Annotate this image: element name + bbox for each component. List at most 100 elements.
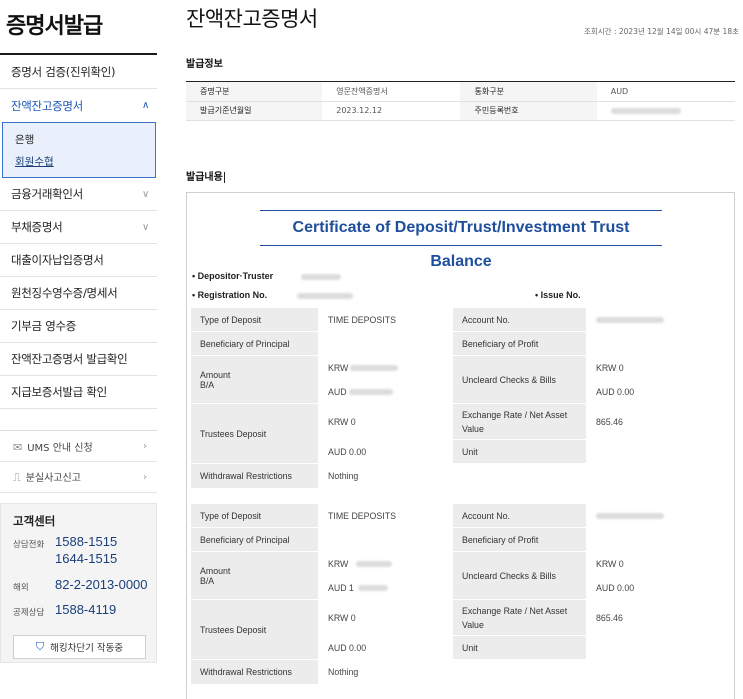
cell-label: Withdrawal Restrictions [190,463,319,489]
certificate-panel: Certificate of Deposit/Trust/Investment … [186,192,735,699]
certificate-title: Certificate of Deposit/Trust/Investment … [260,210,662,270]
cell-label: Uncleard Checks & Bills [452,551,587,600]
redacted-value [297,292,354,299]
cell-value: TIME DEPOSITS [318,503,453,528]
cell-label: Beneficiary of Profit [452,331,587,356]
cell-value [318,331,453,356]
sidebar-item-label: 잔액잔고증명서 발급확인 [11,352,128,366]
loss-report-link[interactable]: ⎍ 분실사고신고 › [0,462,157,493]
cell-value: AUD 0.00 [318,635,453,660]
cell-value: TIME DEPOSITS [318,307,453,332]
table-row: Type of Deposit TIME DEPOSITS Account No… [190,307,731,332]
submenu-item-bank[interactable]: 은행 [15,129,155,151]
redacted-account-no [586,503,731,528]
cell-label: Type of Deposit [190,307,319,332]
amount-aud-text: AUD [328,386,347,397]
table-row: Beneficiary of Principal Beneficiary of … [190,331,731,356]
cell-label: Trustees Deposit [190,403,319,464]
cell-value [586,331,731,356]
cell-value: Nothing [318,659,453,685]
cell-value: 영문잔액증명서 [322,82,461,102]
cell-label: 증명구분 [186,82,323,102]
balance-certificate-submenu: 은행 회원수협 [2,122,156,178]
ums-request-link[interactable]: ✉ UMS 안내 신청 › [0,431,157,462]
sidebar-item-guarantee-check[interactable]: 지급보증서발급 확인 [0,376,157,409]
page-title: 잔액잔고증명서 [186,7,318,31]
sidebar-item-donation-receipt[interactable]: 기부금 영수증 [0,310,157,343]
cell-label: 발급기준년월일 [186,101,323,121]
sidebar-item-label: 지급보증서발급 확인 [11,385,107,399]
table-row: Trustees Deposit KRW 0 Exchange Rate / N… [190,403,731,464]
amount-label: Amount [200,565,231,576]
amount-krw-text: KRW [328,558,349,569]
redacted-value [356,561,393,568]
cell-label: Type of Deposit [190,503,319,528]
ba-label: B/A [200,575,215,586]
registration-field: • Registration No. [192,290,354,300]
cell-value: AUD 0.00 [318,439,453,464]
cell-label: Exchange Rate / Net Asset Value [452,599,587,636]
cell-label: Beneficiary of Profit [452,527,587,552]
service-label: 분실사고신고 [25,473,81,484]
sidebar-item-financial-transaction[interactable]: 금융거래확인서 ∨ [0,178,157,211]
cell-value: AUD 0.00 [586,575,731,600]
sidebar-item-balance-certificate[interactable]: 잔액잔고증명서 ∧ [0,89,157,122]
table-row: 발급기준년월일 2023.12.12 주민등록번호 [186,101,735,121]
service-links: ✉ UMS 안내 신청 › ⎍ 분실사고신고 › [0,430,157,493]
cell-label: Uncleard Checks & Bills [452,355,587,404]
cell-label: Unit [452,635,587,660]
chevron-right-icon: › [143,440,147,452]
table-row: Beneficiary of Principal Beneficiary of … [190,527,731,552]
issue-info-title: 발급정보 [186,59,223,70]
cell-value: KRW 0 [318,599,453,636]
issue-content-label: 발급내용 [186,172,223,183]
table-row: Type of Deposit TIME DEPOSITS Account No… [190,503,731,528]
cell-value [318,527,453,552]
sidebar-item-balance-issue-check[interactable]: 잔액잔고증명서 발급확인 [0,343,157,376]
issue-no-label: • Issue No. [535,290,581,300]
chevron-right-icon: › [143,471,147,483]
cell-label: Beneficiary of Principal [190,331,319,356]
depositor-field: • Depositor·Truster [192,271,342,281]
cell-value [586,659,731,685]
sidebar-divider [0,53,157,55]
table-row: Withdrawal Restrictions Nothing [190,659,731,685]
cell-value: AUD 0.00 [586,379,731,404]
redacted-account-no [586,307,731,332]
phone-label-overseas: 해외 [13,583,29,593]
sidebar-menu: 증명서 검증(진위확인) 잔액잔고증명서 ∧ 은행 회원수협 금융거래확인서 ∨… [0,56,157,409]
cell-label: 주민등록번호 [460,101,597,121]
redacted-value [596,317,664,324]
cell-label: Account No. [452,503,587,528]
amount-krw-text: KRW [328,362,349,373]
redacted-id-number [596,101,735,121]
phone-label-mutual: 공제상담 [13,608,45,618]
sidebar-item-certificate-verification[interactable]: 증명서 검증(진위확인) [0,56,157,89]
sidebar-item-label: 원천징수영수증/명세서 [11,286,118,300]
sidebar-item-loan-interest[interactable]: 대출이자납입증명서 [0,244,157,277]
chevron-down-icon: ∨ [141,188,149,200]
customer-center: 고객센터 상담전화 1588-1515 1644-1515 해외 82-2-20… [0,503,157,663]
sidebar: 증명서발급 증명서 검증(진위확인) 잔액잔고증명서 ∧ 은행 회원수협 금융거… [0,0,157,699]
cell-value [452,659,587,685]
phone-number: 82-2-2013-0000 [55,577,148,592]
phone-number: 1588-4119 [55,602,117,617]
sidebar-item-label: 증명서 검증(진위확인) [11,65,116,79]
table-row: Amount B/A KRW Uncleard Checks & Bills KR… [190,355,731,404]
redacted-value [301,273,342,280]
sidebar-item-label: 대출이자납입증명서 [11,253,104,267]
cell-value [586,527,731,552]
cell-value [586,439,731,464]
cell-value: 2023.12.12 [322,101,461,121]
sidebar-item-debt-certificate[interactable]: 부채증명서 ∨ [0,211,157,244]
deposit-table: Type of Deposit TIME DEPOSITS Account No… [190,307,731,489]
hacking-blocker-button[interactable]: ⛉ 해킹차단기 작동중 [13,635,146,659]
table-row: Amount B/A KRW Uncleard Checks & Bills KR… [190,551,731,600]
query-timestamp: 조회시간 : 2023년 12월 14일 00시 47분 18초 [583,27,739,36]
table-row: Trustees Deposit KRW 0 Exchange Rate / N… [190,599,731,660]
cell-value [586,635,731,660]
sidebar-item-withholding-receipt[interactable]: 원천징수영수증/명세서 [0,277,157,310]
submenu-item-member-suhyup[interactable]: 회원수협 [15,151,155,173]
amount-aud: AUD [318,379,453,404]
redacted-value [350,365,399,372]
